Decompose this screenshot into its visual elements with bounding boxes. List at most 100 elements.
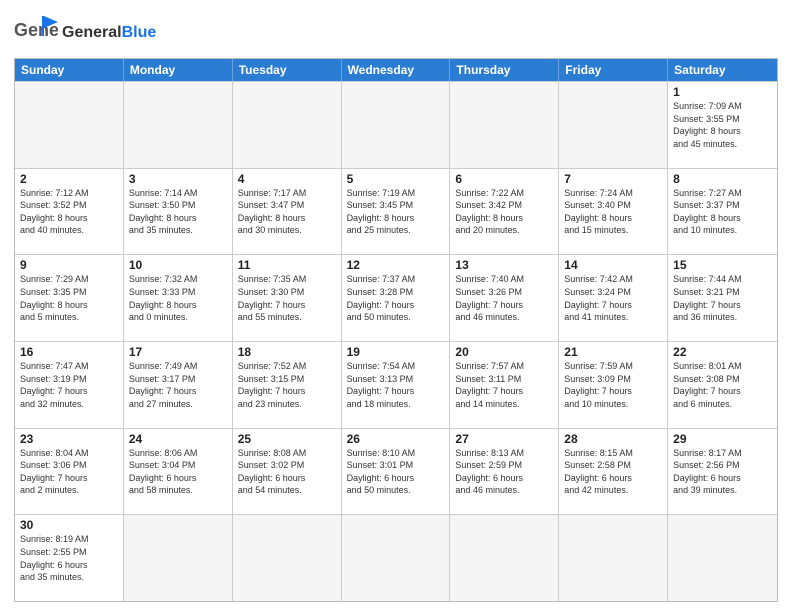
sun-info: Sunrise: 7:19 AM Sunset: 3:45 PM Dayligh…	[347, 187, 445, 237]
calendar-cell	[233, 82, 342, 168]
dow-cell-sunday: Sunday	[15, 59, 124, 81]
calendar-row-3: 16Sunrise: 7:47 AM Sunset: 3:19 PM Dayli…	[15, 341, 777, 428]
calendar-cell: 17Sunrise: 7:49 AM Sunset: 3:17 PM Dayli…	[124, 342, 233, 428]
calendar-cell: 6Sunrise: 7:22 AM Sunset: 3:42 PM Daylig…	[450, 169, 559, 255]
day-number: 21	[564, 345, 662, 359]
calendar-cell: 4Sunrise: 7:17 AM Sunset: 3:47 PM Daylig…	[233, 169, 342, 255]
sun-info: Sunrise: 7:57 AM Sunset: 3:11 PM Dayligh…	[455, 360, 553, 410]
sun-info: Sunrise: 7:47 AM Sunset: 3:19 PM Dayligh…	[20, 360, 118, 410]
dow-cell-saturday: Saturday	[668, 59, 777, 81]
sun-info: Sunrise: 7:42 AM Sunset: 3:24 PM Dayligh…	[564, 273, 662, 323]
sun-info: Sunrise: 7:49 AM Sunset: 3:17 PM Dayligh…	[129, 360, 227, 410]
calendar-cell: 9Sunrise: 7:29 AM Sunset: 3:35 PM Daylig…	[15, 255, 124, 341]
day-number: 24	[129, 432, 227, 446]
day-number: 14	[564, 258, 662, 272]
dow-cell-thursday: Thursday	[450, 59, 559, 81]
sun-info: Sunrise: 7:37 AM Sunset: 3:28 PM Dayligh…	[347, 273, 445, 323]
day-number: 6	[455, 172, 553, 186]
sun-info: Sunrise: 7:09 AM Sunset: 3:55 PM Dayligh…	[673, 100, 772, 150]
dow-cell-tuesday: Tuesday	[233, 59, 342, 81]
logo: General GeneralBlue	[14, 14, 156, 50]
day-number: 19	[347, 345, 445, 359]
sun-info: Sunrise: 8:10 AM Sunset: 3:01 PM Dayligh…	[347, 447, 445, 497]
calendar-cell: 22Sunrise: 8:01 AM Sunset: 3:08 PM Dayli…	[668, 342, 777, 428]
calendar-cell: 28Sunrise: 8:15 AM Sunset: 2:58 PM Dayli…	[559, 429, 668, 515]
calendar-cell: 13Sunrise: 7:40 AM Sunset: 3:26 PM Dayli…	[450, 255, 559, 341]
calendar-cell	[450, 82, 559, 168]
calendar-cell: 19Sunrise: 7:54 AM Sunset: 3:13 PM Dayli…	[342, 342, 451, 428]
sun-info: Sunrise: 7:44 AM Sunset: 3:21 PM Dayligh…	[673, 273, 772, 323]
calendar-cell	[342, 515, 451, 601]
day-number: 1	[673, 85, 772, 99]
calendar-cell	[124, 82, 233, 168]
sun-info: Sunrise: 8:08 AM Sunset: 3:02 PM Dayligh…	[238, 447, 336, 497]
calendar-cell: 3Sunrise: 7:14 AM Sunset: 3:50 PM Daylig…	[124, 169, 233, 255]
sun-info: Sunrise: 7:29 AM Sunset: 3:35 PM Dayligh…	[20, 273, 118, 323]
day-number: 25	[238, 432, 336, 446]
dow-cell-friday: Friday	[559, 59, 668, 81]
sun-info: Sunrise: 8:17 AM Sunset: 2:56 PM Dayligh…	[673, 447, 772, 497]
day-number: 27	[455, 432, 553, 446]
calendar-cell	[124, 515, 233, 601]
header: General GeneralBlue	[14, 10, 778, 50]
calendar-cell: 23Sunrise: 8:04 AM Sunset: 3:06 PM Dayli…	[15, 429, 124, 515]
sun-info: Sunrise: 7:52 AM Sunset: 3:15 PM Dayligh…	[238, 360, 336, 410]
calendar-cell: 20Sunrise: 7:57 AM Sunset: 3:11 PM Dayli…	[450, 342, 559, 428]
calendar-row-1: 2Sunrise: 7:12 AM Sunset: 3:52 PM Daylig…	[15, 168, 777, 255]
sun-info: Sunrise: 8:04 AM Sunset: 3:06 PM Dayligh…	[20, 447, 118, 497]
day-of-week-row: SundayMondayTuesdayWednesdayThursdayFrid…	[15, 59, 777, 81]
sun-info: Sunrise: 7:40 AM Sunset: 3:26 PM Dayligh…	[455, 273, 553, 323]
calendar-cell: 26Sunrise: 8:10 AM Sunset: 3:01 PM Dayli…	[342, 429, 451, 515]
sun-info: Sunrise: 7:32 AM Sunset: 3:33 PM Dayligh…	[129, 273, 227, 323]
calendar-cell: 21Sunrise: 7:59 AM Sunset: 3:09 PM Dayli…	[559, 342, 668, 428]
sun-info: Sunrise: 8:01 AM Sunset: 3:08 PM Dayligh…	[673, 360, 772, 410]
calendar-cell: 16Sunrise: 7:47 AM Sunset: 3:19 PM Dayli…	[15, 342, 124, 428]
sun-info: Sunrise: 7:12 AM Sunset: 3:52 PM Dayligh…	[20, 187, 118, 237]
dow-cell-wednesday: Wednesday	[342, 59, 451, 81]
calendar-cell	[559, 515, 668, 601]
sun-info: Sunrise: 7:14 AM Sunset: 3:50 PM Dayligh…	[129, 187, 227, 237]
day-number: 15	[673, 258, 772, 272]
day-number: 5	[347, 172, 445, 186]
day-number: 23	[20, 432, 118, 446]
logo-icon: General	[14, 14, 58, 50]
calendar-cell: 25Sunrise: 8:08 AM Sunset: 3:02 PM Dayli…	[233, 429, 342, 515]
calendar-cell: 14Sunrise: 7:42 AM Sunset: 3:24 PM Dayli…	[559, 255, 668, 341]
day-number: 29	[673, 432, 772, 446]
sun-info: Sunrise: 7:59 AM Sunset: 3:09 PM Dayligh…	[564, 360, 662, 410]
sun-info: Sunrise: 7:22 AM Sunset: 3:42 PM Dayligh…	[455, 187, 553, 237]
calendar-cell: 18Sunrise: 7:52 AM Sunset: 3:15 PM Dayli…	[233, 342, 342, 428]
calendar-cell	[559, 82, 668, 168]
sun-info: Sunrise: 7:24 AM Sunset: 3:40 PM Dayligh…	[564, 187, 662, 237]
calendar-cell: 11Sunrise: 7:35 AM Sunset: 3:30 PM Dayli…	[233, 255, 342, 341]
day-number: 26	[347, 432, 445, 446]
calendar-cell: 15Sunrise: 7:44 AM Sunset: 3:21 PM Dayli…	[668, 255, 777, 341]
day-number: 30	[20, 518, 118, 532]
day-number: 12	[347, 258, 445, 272]
day-number: 11	[238, 258, 336, 272]
sun-info: Sunrise: 7:27 AM Sunset: 3:37 PM Dayligh…	[673, 187, 772, 237]
day-number: 22	[673, 345, 772, 359]
dow-cell-monday: Monday	[124, 59, 233, 81]
calendar-cell: 7Sunrise: 7:24 AM Sunset: 3:40 PM Daylig…	[559, 169, 668, 255]
day-number: 8	[673, 172, 772, 186]
day-number: 18	[238, 345, 336, 359]
day-number: 17	[129, 345, 227, 359]
calendar-row-4: 23Sunrise: 8:04 AM Sunset: 3:06 PM Dayli…	[15, 428, 777, 515]
day-number: 7	[564, 172, 662, 186]
sun-info: Sunrise: 8:15 AM Sunset: 2:58 PM Dayligh…	[564, 447, 662, 497]
sun-info: Sunrise: 7:35 AM Sunset: 3:30 PM Dayligh…	[238, 273, 336, 323]
calendar-cell	[342, 82, 451, 168]
sun-info: Sunrise: 8:13 AM Sunset: 2:59 PM Dayligh…	[455, 447, 553, 497]
day-number: 13	[455, 258, 553, 272]
day-number: 4	[238, 172, 336, 186]
sun-info: Sunrise: 7:17 AM Sunset: 3:47 PM Dayligh…	[238, 187, 336, 237]
calendar-cell: 30Sunrise: 8:19 AM Sunset: 2:55 PM Dayli…	[15, 515, 124, 601]
calendar-cell: 12Sunrise: 7:37 AM Sunset: 3:28 PM Dayli…	[342, 255, 451, 341]
calendar-row-2: 9Sunrise: 7:29 AM Sunset: 3:35 PM Daylig…	[15, 254, 777, 341]
day-number: 2	[20, 172, 118, 186]
calendar-cell: 5Sunrise: 7:19 AM Sunset: 3:45 PM Daylig…	[342, 169, 451, 255]
calendar-cell: 1Sunrise: 7:09 AM Sunset: 3:55 PM Daylig…	[668, 82, 777, 168]
day-number: 20	[455, 345, 553, 359]
calendar-cell	[233, 515, 342, 601]
